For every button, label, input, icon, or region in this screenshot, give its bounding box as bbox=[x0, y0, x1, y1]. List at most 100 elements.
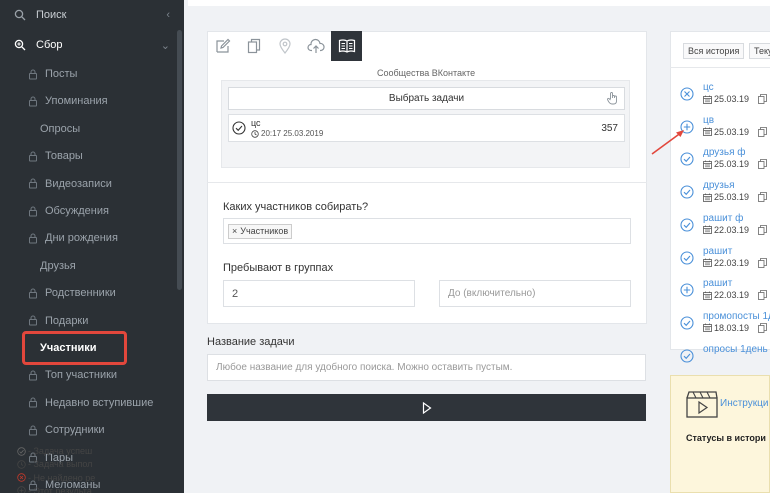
copy-icon bbox=[758, 94, 767, 104]
sidebar-item[interactable]: Обсуждения bbox=[0, 198, 176, 224]
history-item[interactable]: цс 25.03.19 bbox=[680, 82, 770, 114]
tab-edit[interactable] bbox=[207, 31, 238, 61]
sidebar-item-label: Опросы bbox=[40, 122, 81, 135]
sidebar-item-label: Обсуждения bbox=[45, 205, 109, 217]
lock-icon bbox=[27, 397, 39, 409]
status-legend-text: - Этот результа bbox=[28, 485, 92, 493]
select-tasks-button[interactable]: Выбрать задачи bbox=[228, 87, 625, 110]
sidebar-item-label: Подарки bbox=[45, 314, 89, 327]
annotation-arrow bbox=[651, 130, 684, 155]
calendar-icon bbox=[703, 193, 712, 202]
sidebar-item[interactable]: Подарки bbox=[0, 308, 176, 334]
cancel-circle-icon[interactable] bbox=[680, 87, 694, 101]
calendar-icon bbox=[703, 323, 712, 333]
check-circle-icon[interactable] bbox=[680, 185, 694, 199]
history-item-name[interactable]: рашит bbox=[703, 246, 732, 257]
tab-upload[interactable] bbox=[300, 31, 331, 61]
history-item[interactable]: опросы 1день bbox=[680, 344, 770, 376]
selected-task-card[interactable]: цс 20:17 25.03.2019 357 bbox=[228, 114, 625, 142]
sidebar-item-label: Друзья bbox=[40, 259, 76, 272]
statuses-title: Статусы в истори bbox=[686, 433, 766, 443]
check-circle-icon[interactable] bbox=[680, 316, 694, 330]
history-item-name[interactable]: друзья ф bbox=[703, 147, 746, 158]
tab-location[interactable] bbox=[269, 31, 300, 61]
status-legend-text: - Задача выпол bbox=[28, 459, 93, 470]
sidebar-item-label: Поиск bbox=[36, 9, 67, 21]
history-item-name[interactable]: промопосты 1д bbox=[703, 311, 770, 322]
tab-current[interactable]: Теку bbox=[749, 43, 770, 59]
history-item[interactable]: друзья 25.03.19 bbox=[680, 180, 770, 212]
sidebar-item[interactable]: Сотрудники bbox=[0, 417, 176, 443]
history-item-name[interactable]: цв bbox=[703, 115, 714, 126]
groups-from-input[interactable]: 2 bbox=[223, 280, 415, 307]
members-chip[interactable]: × Участников bbox=[228, 223, 293, 239]
check-circle-icon[interactable] bbox=[680, 250, 694, 265]
history-item[interactable]: друзья ф 25.03.19 bbox=[680, 147, 770, 179]
chevron-left-icon: ‹ bbox=[166, 9, 170, 21]
source-label: Сообщества ВКонтакте bbox=[377, 68, 476, 78]
sidebar-item-label: Сбор bbox=[36, 39, 63, 51]
status-legend-row: - Не найдено ре bbox=[17, 473, 95, 483]
history-item-date: 22.03.19 bbox=[714, 224, 750, 235]
calendar-icon bbox=[703, 160, 712, 169]
sidebar-item[interactable]: Видеозаписи bbox=[0, 171, 176, 197]
sidebar-item[interactable]: Родственники bbox=[0, 280, 176, 306]
copy-icon bbox=[758, 290, 767, 301]
sidebar-scrollbar[interactable] bbox=[177, 30, 182, 290]
members-question: Каких участников собирать? bbox=[223, 201, 369, 213]
tab-copy[interactable] bbox=[238, 31, 269, 61]
calendar-icon bbox=[703, 258, 712, 267]
sidebar-item[interactable]: Топ участники bbox=[0, 362, 176, 388]
history-item-name[interactable]: опросы 1день bbox=[703, 344, 768, 355]
sidebar-item[interactable]: Дни рождения bbox=[0, 225, 176, 251]
sidebar-item-label: Родственники bbox=[45, 287, 116, 300]
history-item[interactable]: рашит 22.03.19 bbox=[680, 246, 770, 278]
clock-icon bbox=[17, 460, 26, 469]
play-icon bbox=[422, 401, 432, 414]
task-count: 357 bbox=[601, 123, 618, 134]
instructions-link[interactable]: Инструкци bbox=[720, 398, 768, 409]
calendar-icon bbox=[703, 291, 712, 300]
task-name: цс bbox=[251, 118, 261, 128]
history-item[interactable]: рашит 22.03.19 bbox=[680, 278, 770, 310]
sidebar-item[interactable]: Товары bbox=[0, 143, 176, 169]
sidebar-item[interactable]: Упоминания bbox=[0, 88, 176, 114]
lock-icon bbox=[27, 315, 39, 327]
hand-pointer-icon bbox=[606, 92, 619, 108]
history-item[interactable]: цв 25.03.19 bbox=[680, 115, 770, 147]
sidebar-item-label: Сотрудники bbox=[45, 424, 105, 437]
chip-remove-icon[interactable]: × bbox=[232, 226, 237, 236]
run-button[interactable] bbox=[207, 394, 646, 421]
sidebar-item-search[interactable]: Поиск ‹ bbox=[0, 2, 176, 28]
calendar-icon bbox=[703, 225, 712, 235]
lock-icon bbox=[27, 178, 39, 190]
edit-icon bbox=[215, 38, 230, 53]
history-item-name[interactable]: рашит bbox=[703, 278, 732, 289]
history-item-name[interactable]: друзья bbox=[703, 180, 735, 191]
members-select[interactable]: × Участников bbox=[223, 218, 631, 244]
sidebar-item[interactable]: Посты bbox=[0, 61, 176, 87]
history-item[interactable]: промопосты 1д 18.03.19 bbox=[680, 311, 770, 343]
tab-all-history[interactable]: Вся история bbox=[683, 43, 745, 59]
lock-icon bbox=[27, 205, 39, 217]
task-name-input[interactable]: Любое название для удобного поиска. Можн… bbox=[207, 354, 646, 381]
sidebar-item[interactable]: Друзья bbox=[0, 253, 176, 279]
plus-circle-icon[interactable] bbox=[680, 283, 694, 297]
cloud-upload-icon bbox=[306, 38, 325, 53]
groups-to-input[interactable]: До (включительно) bbox=[439, 280, 631, 307]
history-item-name[interactable]: рашит ф bbox=[703, 213, 743, 224]
tab-book[interactable] bbox=[331, 31, 362, 61]
video-icon[interactable] bbox=[686, 390, 718, 418]
history-item-name[interactable]: цс bbox=[703, 82, 714, 93]
check-circle-icon[interactable] bbox=[680, 218, 694, 232]
copy-icon bbox=[758, 126, 767, 137]
check-circle-icon[interactable] bbox=[680, 349, 694, 363]
sidebar-item-collect[interactable]: Сбор ⌄ bbox=[0, 32, 176, 58]
copy-icon bbox=[758, 257, 767, 268]
calendar-icon bbox=[703, 95, 712, 104]
sidebar-item[interactable]: Недавно вступившие bbox=[0, 390, 176, 416]
status-legend-row: - Задача успеш bbox=[17, 446, 92, 456]
sidebar-item[interactable]: Опросы bbox=[0, 116, 176, 142]
history-item[interactable]: рашит ф 22.03.19 bbox=[680, 213, 770, 245]
chevron-down-icon: ⌄ bbox=[160, 40, 170, 52]
